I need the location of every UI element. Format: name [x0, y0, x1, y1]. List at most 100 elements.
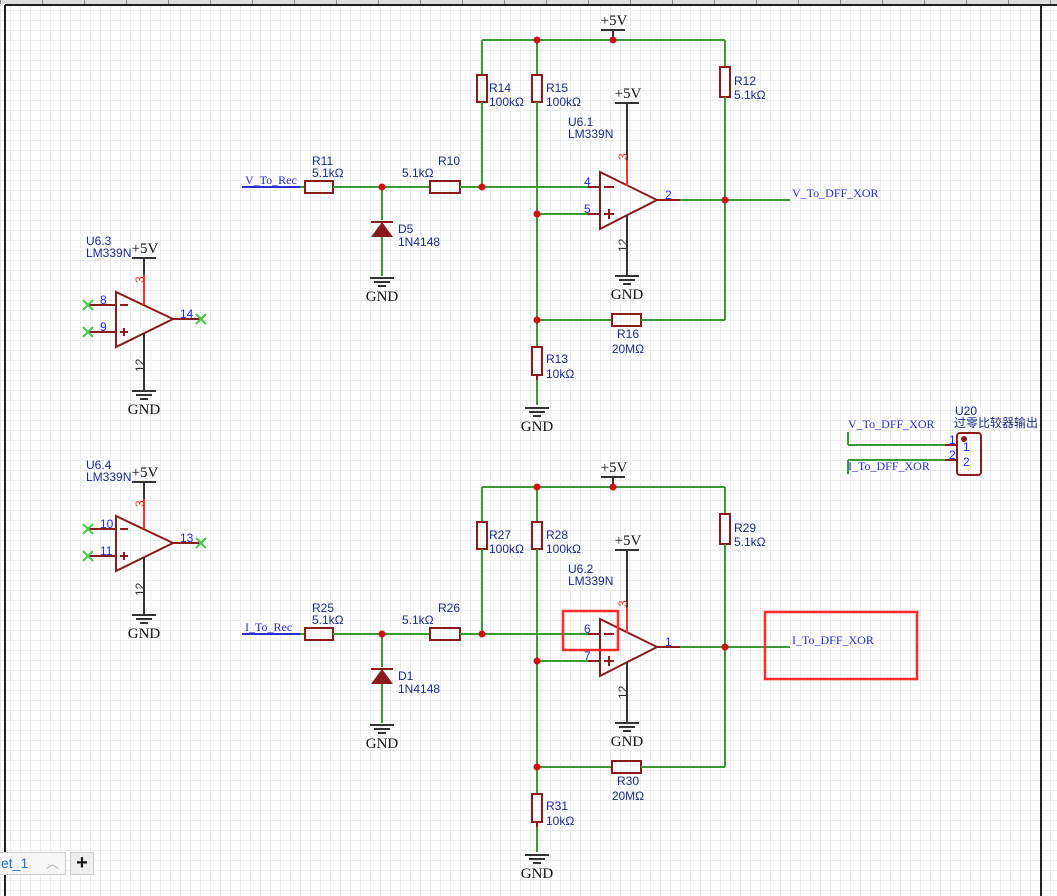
pin-number: 13 [180, 531, 194, 545]
resistor-R10[interactable] [429, 180, 461, 194]
pin-number: 6 [584, 622, 591, 636]
comparator-icon[interactable] [599, 617, 660, 678]
designator: R10 [438, 154, 460, 168]
value: 5.1kΩ [312, 613, 344, 627]
connector-name: 过零比较器输出 [954, 415, 1038, 430]
resistor-R27[interactable] [476, 521, 488, 550]
value: 20MΩ [612, 789, 644, 803]
pin-number: 2 [963, 455, 970, 469]
pin-number: 1 [963, 440, 970, 454]
resistor-R25[interactable] [304, 627, 334, 641]
pin-number: 12 [133, 582, 147, 596]
gnd-label: GND [611, 734, 644, 750]
resistor-R11[interactable] [304, 180, 334, 194]
gnd-label: GND [611, 287, 644, 303]
pin-number: 12 [616, 685, 630, 699]
pin-number: 3 [616, 600, 630, 607]
pin-number: 2 [665, 188, 672, 202]
sheet-tab[interactable]: et_1 ︿ [0, 852, 66, 875]
designator: R16 [617, 327, 639, 341]
junction-dot [533, 210, 541, 218]
pin-number: 3 [133, 500, 147, 507]
resistor-R29[interactable] [719, 513, 731, 545]
junction-dot [533, 763, 541, 771]
junction-dot [378, 630, 386, 638]
value: 100kΩ [489, 542, 524, 556]
pin-number: 4 [584, 175, 591, 189]
junction-dot [478, 183, 486, 191]
net-label: I_To_DFF_XOR [848, 459, 930, 473]
value: 5.1kΩ [734, 88, 766, 102]
value: 1N4148 [398, 682, 440, 696]
part-name: LM339N [568, 574, 613, 588]
junction-dot [378, 183, 386, 191]
pin-number: 8 [100, 293, 107, 307]
pin-number: 1 [665, 635, 672, 649]
junction-dot [533, 36, 541, 44]
pin-number: 9 [100, 320, 107, 334]
vcc-label: +5V [601, 13, 628, 29]
vcc-label: +5V [615, 533, 642, 549]
comparator-icon[interactable] [599, 170, 660, 231]
pin-number: 14 [180, 307, 194, 321]
diode-icon[interactable] [371, 669, 393, 684]
value: 100kΩ [489, 95, 524, 109]
pin-number: 12 [133, 358, 147, 372]
pin-number: 2 [949, 448, 956, 462]
pin-number: 3 [133, 276, 147, 283]
vcc-label: +5V [132, 465, 159, 481]
designator: D5 [398, 222, 414, 236]
pin-number: 12 [616, 238, 630, 252]
chevron-up-icon[interactable]: ︿ [46, 853, 59, 874]
resistor-R15[interactable] [531, 74, 543, 103]
gnd-label: GND [521, 866, 554, 882]
resistor-R12[interactable] [719, 66, 731, 98]
junction-dot [478, 630, 486, 638]
part-name: LM339N [86, 246, 131, 260]
value: 5.1kΩ [402, 613, 434, 627]
value: 1N4148 [398, 235, 440, 249]
junction-dot [609, 483, 617, 491]
value: 100kΩ [546, 542, 581, 556]
pin-number: 3 [616, 153, 630, 160]
diode-icon[interactable] [371, 222, 393, 237]
value: 20MΩ [612, 342, 644, 356]
designator: R29 [734, 521, 756, 535]
value: 10kΩ [546, 814, 574, 828]
net-label-output: V_To_DFF_XOR [792, 186, 879, 200]
junction-dot [721, 643, 729, 651]
part-name: LM339N [568, 127, 613, 141]
gnd-label: GND [366, 736, 399, 752]
junction-dot [533, 316, 541, 324]
vcc-label: +5V [615, 86, 642, 102]
add-sheet-button[interactable]: + [70, 852, 94, 875]
value: 5.1kΩ [312, 166, 344, 180]
designator: R13 [546, 352, 568, 366]
resistor-R14[interactable] [476, 74, 488, 103]
value: 100kΩ [546, 95, 581, 109]
vcc-label: +5V [132, 241, 159, 257]
net-label-input: V_To_Rec [245, 173, 297, 187]
gnd-label: GND [366, 289, 399, 305]
junction-dot [721, 196, 729, 204]
sheet-tab-label: et_1 [1, 855, 29, 871]
designator: R30 [617, 774, 639, 788]
pin-number: 1 [949, 433, 956, 447]
schematic[interactable]: +5VGNDGND+5VGNDV_To_RecV_To_DFF_XORR115.… [0, 0, 1057, 896]
resistor-R28[interactable] [531, 521, 543, 550]
resistor-R26[interactable] [429, 627, 461, 641]
pin-number: 10 [100, 517, 114, 531]
junction-dot [533, 657, 541, 665]
pin-number: 11 [100, 544, 113, 558]
gnd-label: GND [128, 402, 161, 418]
resistor-R31[interactable] [531, 793, 543, 823]
net-label-output: I_To_DFF_XOR [792, 633, 874, 647]
designator: D1 [398, 669, 414, 683]
value: 5.1kΩ [402, 166, 434, 180]
resistor-R16[interactable] [611, 313, 642, 327]
resistor-R30[interactable] [611, 760, 642, 774]
resistor-R13[interactable] [531, 346, 543, 376]
junction-dot [609, 36, 617, 44]
net-label-input: I_To_Rec [245, 620, 292, 634]
gnd-label: GND [521, 419, 554, 435]
